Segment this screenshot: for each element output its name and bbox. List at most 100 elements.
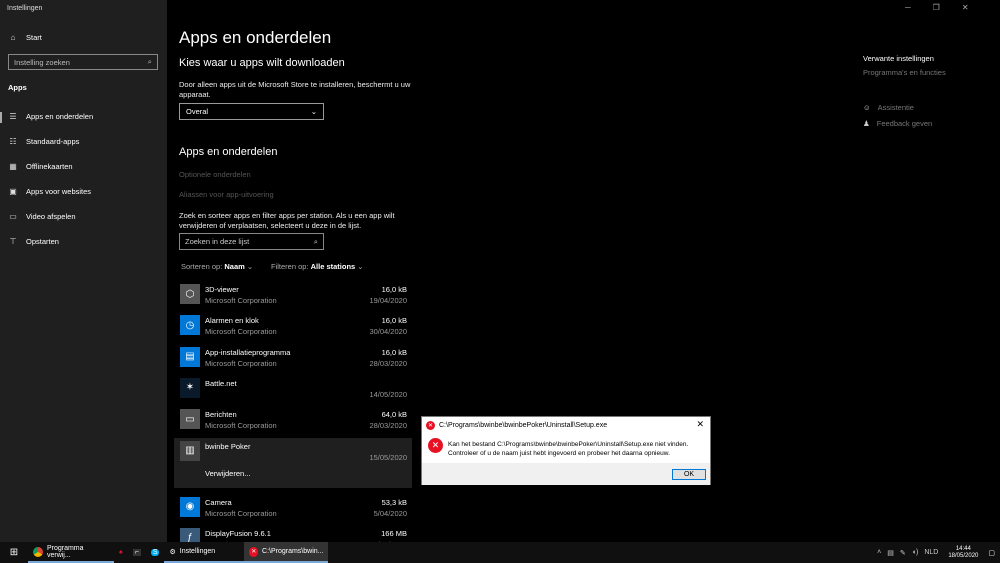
taskbar-skype[interactable]: S (146, 542, 165, 563)
search-icon: ⌕ (147, 57, 152, 66)
app-size: 64,0 kB (381, 410, 407, 420)
app-icon: ◉ (180, 496, 200, 517)
start-button[interactable]: ⊞ (0, 542, 28, 563)
dialog-close-button[interactable]: ✕ (696, 419, 704, 430)
download-heading: Kies waar u apps wilt downloaden (179, 57, 345, 69)
taskbar-settings[interactable]: ⚙ Instellingen (164, 542, 245, 563)
dialog-title: C:\Programs\bwinbe\bwinbePoker\Uninstall… (439, 422, 608, 429)
app-name: Berichten (205, 410, 237, 420)
sidebar-item-icon: ⊤ (9, 237, 17, 246)
taskbar-chrome[interactable]: Programma verwij... (28, 542, 114, 563)
poker-icon: ♠ (119, 549, 123, 556)
pen-icon: ✎ (899, 549, 906, 557)
search-placeholder: Instelling zoeken (14, 57, 70, 67)
filter-value: Alle stations (310, 262, 356, 271)
app-date: 28/03/2020 (369, 421, 407, 431)
date: 18/05/2020 (948, 552, 979, 559)
sidebar-item[interactable]: ⊤ Opstarten (8, 237, 59, 246)
ok-button[interactable]: OK (672, 469, 706, 480)
sidebar-item-label: Offlinekaarten (26, 162, 73, 171)
chevron-up-icon: ˄ (877, 549, 882, 556)
app-name: Camera (205, 497, 232, 507)
maximize-button[interactable]: ❐ (933, 3, 940, 12)
sidebar-item-icon: ☷ (9, 137, 17, 146)
app-name: bwinbe Poker (205, 441, 251, 451)
app-icon: ✶ (180, 377, 200, 398)
feedback-link[interactable]: ♟ Feedback geven (863, 119, 932, 128)
download-source-dropdown[interactable]: Overal ⌄ (179, 103, 324, 120)
app-date: 14/05/2020 (369, 389, 407, 399)
app-publisher: Microsoft Corporation (205, 508, 277, 518)
chevron-down-icon: ⌄ (310, 107, 317, 116)
app-list-item[interactable]: ◷ Alarmen en klok Microsoft Corporation … (174, 312, 412, 343)
sidebar-item[interactable]: ▣ Apps voor websites (8, 187, 91, 196)
app-aliases-link[interactable]: Aliassen voor app-uitvoering (179, 190, 274, 199)
app-list-item[interactable]: ◉ Camera Microsoft Corporation 53,3 kB 5… (174, 494, 412, 525)
error-label: C:\Programs\bwin... (262, 548, 324, 555)
home-label: Start (26, 33, 42, 42)
gear-icon: ⚙ (169, 548, 176, 556)
programs-features-link[interactable]: Programma's en functies (863, 68, 946, 77)
sort-dropdown[interactable]: Sorteren op: Naam ⌄ (181, 262, 253, 272)
app-icon: ⌐ (132, 549, 141, 556)
app-name: Alarmen en klok (205, 316, 259, 326)
app-date: 19/04/2020 (369, 296, 407, 305)
close-button[interactable]: ✕ (962, 3, 969, 12)
app-size: 16,0 kB (381, 316, 407, 326)
app-publisher: Microsoft Corporation (205, 421, 277, 431)
sort-label: Sorteren op: (181, 262, 223, 271)
app-list-item[interactable]: ▤ App-installatieprogramma Microsoft Cor… (174, 344, 412, 375)
app-list-item[interactable]: ⬡ 3D-viewer Microsoft Corporation 16,0 k… (174, 281, 412, 312)
sidebar-item[interactable]: ☷ Standaard-apps (8, 137, 79, 146)
optional-features-link[interactable]: Optionele onderdelen (179, 170, 251, 179)
dropdown-value: Overal (186, 107, 209, 116)
minimize-button[interactable]: ─ (905, 3, 911, 12)
settings-search-input[interactable]: Instelling zoeken ⌕ (8, 54, 158, 70)
feedback-icon: ♟ (863, 119, 870, 128)
filter-dropdown[interactable]: Filteren op: Alle stations ⌄ (271, 262, 364, 272)
taskbar-poker[interactable]: ♠ (114, 542, 128, 563)
uninstall-button[interactable]: Verwijderen... (205, 469, 250, 478)
sidebar-home[interactable]: ⌂ Start (8, 33, 42, 42)
home-icon: ⌂ (10, 33, 16, 42)
filter-label: Filteren op: (271, 262, 309, 271)
time: 14:44 (955, 545, 971, 552)
error-icon: ✕ (426, 421, 435, 430)
system-tray[interactable]: ˄ ▤ ✎ ◖) NLD (872, 542, 943, 563)
sidebar-item-icon: ▭ (9, 212, 17, 221)
app-icon: ▥ (180, 440, 200, 461)
taskbar-app[interactable]: ⌐ (128, 542, 146, 563)
app-date: 30/04/2020 (369, 327, 407, 337)
search-icon: ⌕ (313, 236, 318, 246)
clock[interactable]: 14:44 18/05/2020 (943, 542, 983, 563)
app-list-search-input[interactable]: Zoeken in deze lijst ⌕ (179, 233, 324, 250)
app-icon: ▤ (180, 346, 200, 367)
app-list-item[interactable]: ✶ Battle.net 14/05/2020 (174, 375, 412, 406)
sidebar-item[interactable]: ▭ Video afspelen (8, 212, 75, 221)
app-name: Battle.net (205, 378, 237, 388)
sidebar-item[interactable]: ☰ Apps en onderdelen (8, 112, 93, 121)
sidebar-item-icon: ▣ (9, 187, 17, 196)
sidebar-item-icon: ☰ (9, 112, 17, 121)
volume-icon: ◖) (911, 549, 919, 556)
notifications-button[interactable]: ▢ (983, 542, 1000, 563)
help-link[interactable]: ☺ Assistentie (863, 103, 914, 112)
taskbar: ⊞ Programma verwij... ♠ ⌐ S ⚙ Instellinge… (0, 542, 1000, 563)
language: NLD (924, 549, 939, 556)
feedback-label: Feedback geven (876, 119, 933, 128)
sidebar: Instellingen ⌂ Start Instelling zoeken ⌕ A… (0, 0, 167, 542)
apps-section-heading: Apps en onderdelen (179, 146, 278, 158)
app-icon: ◷ (180, 315, 200, 336)
app-size: 166 MB (381, 528, 407, 538)
app-publisher: Microsoft Corporation (205, 327, 277, 337)
sidebar-item-icon: ▦ (9, 162, 17, 171)
download-description: Door alleen apps uit de Microsoft Store … (179, 80, 411, 99)
app-list-item[interactable]: ▭ Berichten Microsoft Corporation 64,0 k… (174, 406, 412, 437)
app-name: App-installatieprogramma (205, 347, 291, 357)
section-label: Apps (8, 83, 27, 92)
taskbar-error[interactable]: ✕ C:\Programs\bwin... (244, 542, 329, 563)
page-title: Apps en onderdelen (179, 28, 332, 47)
sidebar-item[interactable]: ▦ Offlinekaarten (8, 162, 73, 171)
chrome-label: Programma verwij... (46, 544, 84, 559)
app-list-item[interactable]: ▥ bwinbe Poker 15/05/2020 Verwijderen... (174, 437, 412, 488)
